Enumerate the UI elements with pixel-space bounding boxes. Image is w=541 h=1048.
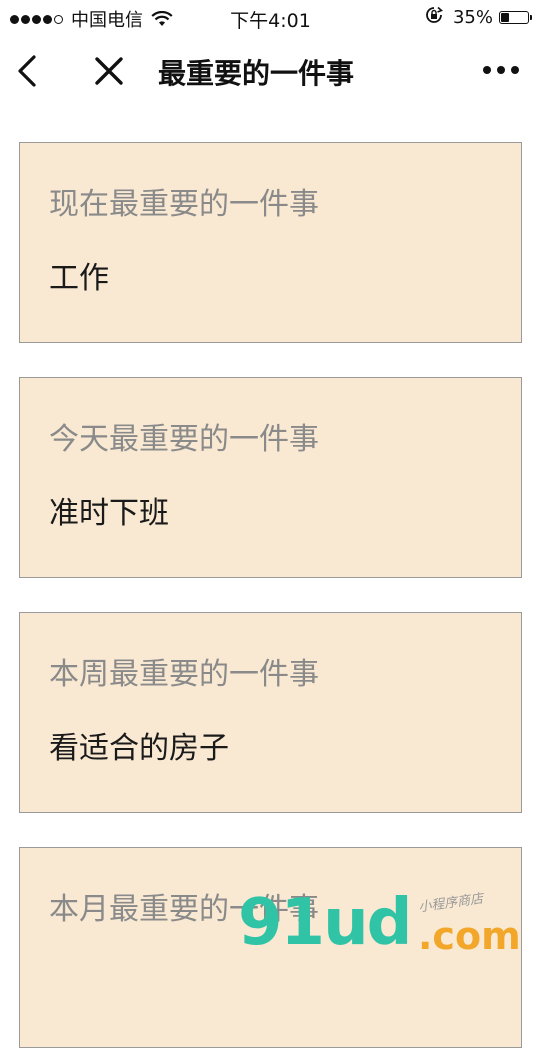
card-today[interactable]: 今天最重要的一件事 准时下班	[19, 377, 522, 578]
card-value: 工作	[49, 261, 109, 296]
watermark-com: .com	[418, 914, 521, 958]
card-week[interactable]: 本周最重要的一件事 看适合的房子	[19, 612, 522, 813]
watermark-main: 91ud	[238, 886, 412, 960]
status-right: 35%	[425, 6, 532, 29]
battery-percent: 35%	[452, 7, 493, 28]
watermark-sub: 小程序商店	[417, 891, 485, 916]
watermark-logo: 91ud 小程序商店 .com	[238, 888, 538, 958]
chevron-left-icon[interactable]	[14, 54, 40, 92]
more-dots-icon[interactable]	[477, 66, 519, 74]
status-bar: 中国电信 下午4:01 35%	[0, 0, 541, 36]
orientation-lock-icon	[425, 6, 444, 29]
card-label: 现在最重要的一件事	[49, 187, 319, 222]
nav-bar: 最重要的一件事	[0, 36, 541, 106]
card-value: 准时下班	[49, 496, 169, 531]
card-label: 本周最重要的一件事	[49, 657, 319, 692]
close-icon[interactable]	[94, 56, 124, 90]
card-now[interactable]: 现在最重要的一件事 工作	[19, 142, 522, 343]
battery-icon	[499, 11, 532, 24]
card-label: 今天最重要的一件事	[49, 422, 319, 457]
page-title: 最重要的一件事	[158, 57, 355, 90]
card-value: 看适合的房子	[49, 731, 229, 766]
